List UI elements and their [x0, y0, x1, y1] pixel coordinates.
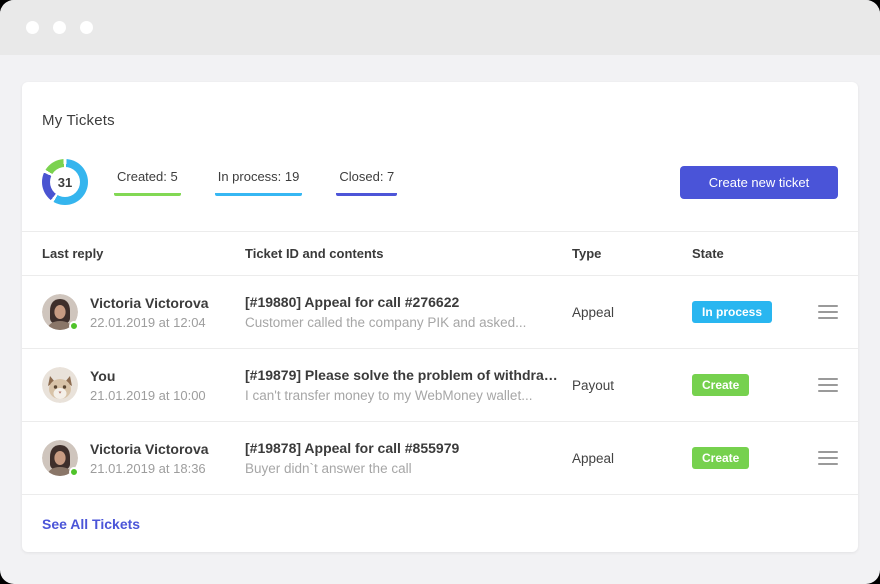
- app-window: My Tickets 31 Created: 5 In process: 19 …: [0, 0, 880, 584]
- reply-date: 21.01.2019 at 18:36: [90, 461, 209, 476]
- table-row[interactable]: Victoria Victorova 22.01.2019 at 12:04 […: [22, 276, 858, 349]
- column-header-ticket-id: Ticket ID and contents: [245, 246, 572, 261]
- avatar: [42, 440, 78, 476]
- online-status-dot: [69, 467, 79, 477]
- ticket-excerpt: I can't transfer money to my WebMoney wa…: [245, 388, 560, 403]
- donut-total: 31: [50, 167, 80, 197]
- table-row[interactable]: Victoria Victorova 21.01.2019 at 18:36 […: [22, 422, 858, 495]
- column-header-type: Type: [572, 246, 692, 261]
- summary-bar: 31 Created: 5 In process: 19 Closed: 7 C…: [22, 159, 858, 205]
- avatar: [42, 367, 78, 403]
- ticket-type: Appeal: [572, 305, 692, 320]
- window-control-dot-2[interactable]: [53, 21, 66, 34]
- online-status-dot: [69, 321, 79, 331]
- stat-in-process[interactable]: In process: 19: [215, 169, 303, 196]
- window-titlebar: [0, 0, 880, 55]
- row-menu-icon[interactable]: [818, 378, 838, 392]
- window-control-dot-1[interactable]: [26, 21, 39, 34]
- avatar: [42, 294, 78, 330]
- state-badge: In process: [692, 301, 772, 323]
- table-row[interactable]: You 21.01.2019 at 10:00 [#19879] Please …: [22, 349, 858, 422]
- column-header-state: State: [692, 246, 818, 261]
- ticket-title: [#19878] Appeal for call #855979: [245, 440, 560, 456]
- state-badge: Create: [692, 374, 749, 396]
- ticket-excerpt: Buyer didn`t answer the call: [245, 461, 560, 476]
- state-badge: Create: [692, 447, 749, 469]
- ticket-title: [#19880] Appeal for call #276622: [245, 294, 560, 310]
- my-tickets-card: My Tickets 31 Created: 5 In process: 19 …: [22, 82, 858, 552]
- ticket-stats: Created: 5 In process: 19 Closed: 7: [114, 169, 397, 196]
- stat-closed[interactable]: Closed: 7: [336, 169, 397, 196]
- ticket-excerpt: Customer called the company PIK and aske…: [245, 315, 560, 330]
- ticket-type: Appeal: [572, 451, 692, 466]
- reply-author: You: [90, 368, 206, 384]
- column-header-last-reply: Last reply: [42, 246, 245, 261]
- see-all-tickets-link[interactable]: See All Tickets: [42, 516, 140, 532]
- row-menu-icon[interactable]: [818, 451, 838, 465]
- tickets-table: Last reply Ticket ID and contents Type S…: [22, 231, 858, 552]
- tickets-donut-chart: 31: [42, 159, 88, 205]
- stat-created[interactable]: Created: 5: [114, 169, 181, 196]
- table-footer: See All Tickets: [22, 495, 858, 552]
- reply-author: Victoria Victorova: [90, 295, 209, 311]
- create-new-ticket-button[interactable]: Create new ticket: [680, 166, 838, 199]
- ticket-type: Payout: [572, 378, 692, 393]
- reply-author: Victoria Victorova: [90, 441, 209, 457]
- table-header-row: Last reply Ticket ID and contents Type S…: [22, 231, 858, 276]
- page-title: My Tickets: [42, 112, 838, 129]
- window-control-dot-3[interactable]: [80, 21, 93, 34]
- row-menu-icon[interactable]: [818, 305, 838, 319]
- reply-date: 21.01.2019 at 10:00: [90, 388, 206, 403]
- avatar-photo-cat: [42, 367, 78, 403]
- ticket-title: [#19879] Please solve the problem of wit…: [245, 367, 560, 383]
- reply-date: 22.01.2019 at 12:04: [90, 315, 209, 330]
